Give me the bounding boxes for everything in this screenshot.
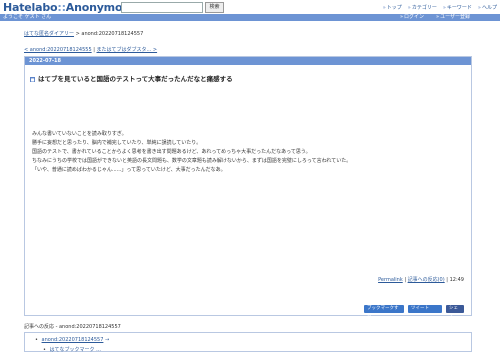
- search-input[interactable]: [121, 2, 203, 13]
- bookmark-button[interactable]: ブックマークする: [364, 305, 404, 319]
- refs-item-link[interactable]: anond:20220718124557: [42, 337, 104, 343]
- top-nav: トップ カテゴリー キーワード ヘルプ: [383, 4, 497, 11]
- refs-list: anond:20220718124557 → はてなブックマーク ...: [24, 332, 472, 353]
- logo-separator: ::: [57, 1, 66, 14]
- breadcrumb: はてな匿名ダイアリー > anond:20220718124557: [24, 30, 143, 37]
- entry-title: ■ はてブを見ていると国語のテストって大事だったんだなと痛感する: [30, 73, 233, 83]
- nav-keyword[interactable]: キーワード: [443, 4, 472, 11]
- entry-mark-icon[interactable]: ■: [30, 77, 35, 82]
- refs-title: 記事への反応 - anond:20220718124557: [24, 324, 121, 330]
- breadcrumb-home-link[interactable]: はてな匿名ダイアリー: [24, 31, 74, 37]
- breadcrumb-current: anond:20220718124557: [81, 31, 144, 37]
- refs-link[interactable]: 記事への反応(0): [408, 277, 445, 283]
- nav-category[interactable]: カテゴリー: [408, 4, 437, 11]
- nav-top[interactable]: トップ: [383, 4, 402, 11]
- entry-time: 12:49: [449, 277, 464, 283]
- logo-main: Hatelabo: [3, 1, 58, 14]
- tweet-button[interactable]: ツイート: [408, 305, 442, 313]
- facebook-share-button[interactable]: シェア: [446, 305, 464, 319]
- entry-body: みんな書いていないことを読み取りすぎ。 勝手に妄想だと思ったり、脳内で補完してい…: [32, 130, 351, 175]
- header: Hatelabo::AnonymousDiary 検索 トップ カテゴリー キー…: [0, 0, 500, 14]
- pager: < anond:20220718124555 | またはてブはダブスタ... >: [24, 46, 157, 53]
- entry-title-text: はてブを見ていると国語のテストって大事だったんだなと痛感する: [38, 75, 233, 83]
- entry-paragraph: みんな書いていないことを読み取りすぎ。: [32, 131, 127, 137]
- entry-meta: Permalink | 記事への反応(0) | 12:49: [378, 277, 464, 283]
- entry-card: 2022-07-18 ■ はてブを見ていると国語のテストって大事だったんだなと痛感…: [24, 56, 472, 319]
- welcome-text: ようこそ ゲスト さん: [3, 14, 52, 20]
- user-links: ログイン ユーザー登録: [400, 14, 470, 21]
- user-bar: ようこそ ゲスト さん ログイン ユーザー登録: [0, 14, 500, 21]
- refs-item-arrow: →: [103, 337, 110, 343]
- refs-item: anond:20220718124557 →: [35, 337, 110, 343]
- entry-paragraph: 国語のテストで、書かれていることからよく思考を書き出す問題あるけど、あれってめっ…: [32, 149, 311, 155]
- refs-subitem: はてなブックマーク ...: [43, 346, 101, 353]
- entry-date: 2022-07-18: [25, 57, 471, 65]
- share-buttons: ブックマークする ツイート シェア: [364, 305, 464, 319]
- register-link[interactable]: ユーザー登録: [436, 14, 470, 21]
- permalink-link[interactable]: Permalink: [378, 277, 403, 283]
- entry-paragraph: ちなみにうちの学校では国語ができないと英語の長文問題も、数学の文章題も読み解けな…: [32, 158, 352, 164]
- nav-help[interactable]: ヘルプ: [478, 4, 497, 11]
- search-button[interactable]: 検索: [205, 2, 224, 13]
- prev-entry-link[interactable]: < anond:20220718124555: [24, 47, 92, 53]
- next-entry-link[interactable]: またはてブはダブスタ... >: [97, 47, 158, 53]
- entry-paragraph: 「いや、普通に読めばわかるじゃん......」って思っていたけど、大事だったんだ…: [32, 167, 226, 173]
- entry-paragraph: 勝手に妄想だと思ったり、脳内で補完していたり、単純に誤読していたり。: [32, 140, 202, 146]
- login-link[interactable]: ログイン: [400, 14, 424, 21]
